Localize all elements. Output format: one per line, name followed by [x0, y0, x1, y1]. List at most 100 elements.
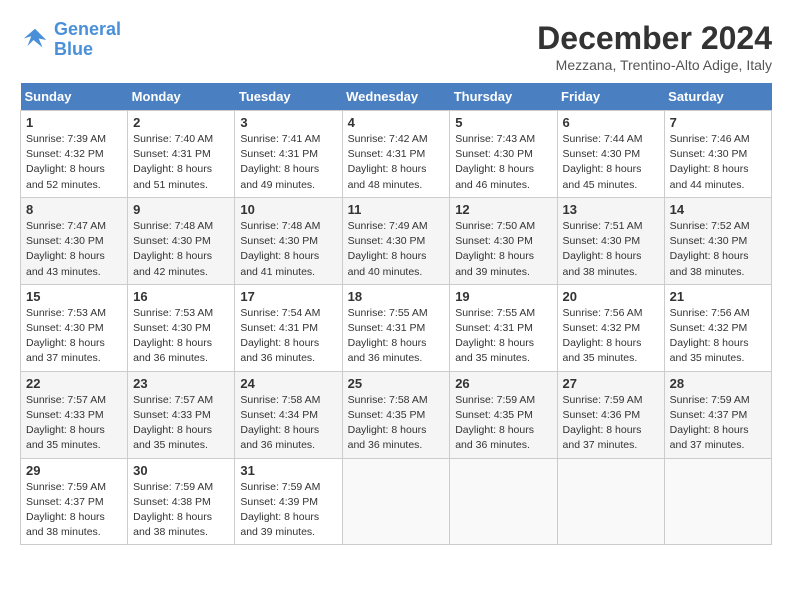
day-number: 22 [26, 376, 122, 391]
calendar-day-cell: 29 Sunrise: 7:59 AM Sunset: 4:37 PM Dayl… [21, 458, 128, 545]
day-info: Sunrise: 7:42 AM Sunset: 4:31 PM Dayligh… [348, 132, 445, 193]
calendar-day-cell: 22 Sunrise: 7:57 AM Sunset: 4:33 PM Dayl… [21, 371, 128, 458]
day-info: Sunrise: 7:56 AM Sunset: 4:32 PM Dayligh… [563, 306, 659, 367]
calendar-day-cell: 5 Sunrise: 7:43 AM Sunset: 4:30 PM Dayli… [450, 111, 557, 198]
calendar-week-row: 29 Sunrise: 7:59 AM Sunset: 4:37 PM Dayl… [21, 458, 772, 545]
calendar-day-cell: 4 Sunrise: 7:42 AM Sunset: 4:31 PM Dayli… [342, 111, 450, 198]
day-number: 28 [670, 376, 766, 391]
day-of-week-header: Friday [557, 83, 664, 111]
day-number: 25 [348, 376, 445, 391]
calendar-day-cell: 26 Sunrise: 7:59 AM Sunset: 4:35 PM Dayl… [450, 371, 557, 458]
day-info: Sunrise: 7:59 AM Sunset: 4:37 PM Dayligh… [26, 480, 122, 541]
day-number: 14 [670, 202, 766, 217]
calendar-day-cell: 11 Sunrise: 7:49 AM Sunset: 4:30 PM Dayl… [342, 197, 450, 284]
day-number: 11 [348, 202, 445, 217]
day-number: 7 [670, 115, 766, 130]
calendar-day-cell: 24 Sunrise: 7:58 AM Sunset: 4:34 PM Dayl… [235, 371, 342, 458]
day-info: Sunrise: 7:56 AM Sunset: 4:32 PM Dayligh… [670, 306, 766, 367]
day-number: 8 [26, 202, 122, 217]
day-number: 30 [133, 463, 229, 478]
day-info: Sunrise: 7:52 AM Sunset: 4:30 PM Dayligh… [670, 219, 766, 280]
title-block: December 2024 Mezzana, Trentino-Alto Adi… [537, 20, 772, 73]
day-info: Sunrise: 7:59 AM Sunset: 4:37 PM Dayligh… [670, 393, 766, 454]
day-info: Sunrise: 7:59 AM Sunset: 4:38 PM Dayligh… [133, 480, 229, 541]
calendar-day-cell: 6 Sunrise: 7:44 AM Sunset: 4:30 PM Dayli… [557, 111, 664, 198]
day-number: 5 [455, 115, 551, 130]
day-number: 12 [455, 202, 551, 217]
calendar-week-row: 22 Sunrise: 7:57 AM Sunset: 4:33 PM Dayl… [21, 371, 772, 458]
day-number: 13 [563, 202, 659, 217]
day-info: Sunrise: 7:59 AM Sunset: 4:35 PM Dayligh… [455, 393, 551, 454]
day-number: 20 [563, 289, 659, 304]
day-number: 15 [26, 289, 122, 304]
day-info: Sunrise: 7:41 AM Sunset: 4:31 PM Dayligh… [240, 132, 336, 193]
day-info: Sunrise: 7:59 AM Sunset: 4:39 PM Dayligh… [240, 480, 336, 541]
calendar-day-cell: 15 Sunrise: 7:53 AM Sunset: 4:30 PM Dayl… [21, 284, 128, 371]
day-of-week-header: Saturday [664, 83, 771, 111]
day-number: 26 [455, 376, 551, 391]
day-of-week-header: Thursday [450, 83, 557, 111]
calendar-day-cell: 19 Sunrise: 7:55 AM Sunset: 4:31 PM Dayl… [450, 284, 557, 371]
day-info: Sunrise: 7:43 AM Sunset: 4:30 PM Dayligh… [455, 132, 551, 193]
day-info: Sunrise: 7:57 AM Sunset: 4:33 PM Dayligh… [26, 393, 122, 454]
day-number: 19 [455, 289, 551, 304]
calendar-week-row: 15 Sunrise: 7:53 AM Sunset: 4:30 PM Dayl… [21, 284, 772, 371]
calendar-day-cell: 2 Sunrise: 7:40 AM Sunset: 4:31 PM Dayli… [128, 111, 235, 198]
calendar-week-row: 1 Sunrise: 7:39 AM Sunset: 4:32 PM Dayli… [21, 111, 772, 198]
day-info: Sunrise: 7:49 AM Sunset: 4:30 PM Dayligh… [348, 219, 445, 280]
day-number: 4 [348, 115, 445, 130]
day-info: Sunrise: 7:48 AM Sunset: 4:30 PM Dayligh… [240, 219, 336, 280]
page-header: General Blue December 2024 Mezzana, Tren… [20, 20, 772, 73]
day-info: Sunrise: 7:51 AM Sunset: 4:30 PM Dayligh… [563, 219, 659, 280]
day-info: Sunrise: 7:53 AM Sunset: 4:30 PM Dayligh… [133, 306, 229, 367]
day-number: 1 [26, 115, 122, 130]
calendar-day-cell: 1 Sunrise: 7:39 AM Sunset: 4:32 PM Dayli… [21, 111, 128, 198]
day-number: 16 [133, 289, 229, 304]
calendar-day-cell [342, 458, 450, 545]
calendar-table: SundayMondayTuesdayWednesdayThursdayFrid… [20, 83, 772, 545]
day-info: Sunrise: 7:39 AM Sunset: 4:32 PM Dayligh… [26, 132, 122, 193]
calendar-day-cell: 18 Sunrise: 7:55 AM Sunset: 4:31 PM Dayl… [342, 284, 450, 371]
day-info: Sunrise: 7:40 AM Sunset: 4:31 PM Dayligh… [133, 132, 229, 193]
day-of-week-header: Sunday [21, 83, 128, 111]
location: Mezzana, Trentino-Alto Adige, Italy [537, 57, 772, 73]
calendar-day-cell [450, 458, 557, 545]
calendar-day-cell: 27 Sunrise: 7:59 AM Sunset: 4:36 PM Dayl… [557, 371, 664, 458]
day-info: Sunrise: 7:50 AM Sunset: 4:30 PM Dayligh… [455, 219, 551, 280]
calendar-day-cell: 3 Sunrise: 7:41 AM Sunset: 4:31 PM Dayli… [235, 111, 342, 198]
calendar-day-cell: 12 Sunrise: 7:50 AM Sunset: 4:30 PM Dayl… [450, 197, 557, 284]
day-info: Sunrise: 7:55 AM Sunset: 4:31 PM Dayligh… [348, 306, 445, 367]
day-number: 10 [240, 202, 336, 217]
calendar-day-cell: 30 Sunrise: 7:59 AM Sunset: 4:38 PM Dayl… [128, 458, 235, 545]
day-info: Sunrise: 7:44 AM Sunset: 4:30 PM Dayligh… [563, 132, 659, 193]
calendar-day-cell: 9 Sunrise: 7:48 AM Sunset: 4:30 PM Dayli… [128, 197, 235, 284]
calendar-day-cell: 13 Sunrise: 7:51 AM Sunset: 4:30 PM Dayl… [557, 197, 664, 284]
day-info: Sunrise: 7:54 AM Sunset: 4:31 PM Dayligh… [240, 306, 336, 367]
calendar-day-cell: 17 Sunrise: 7:54 AM Sunset: 4:31 PM Dayl… [235, 284, 342, 371]
day-info: Sunrise: 7:46 AM Sunset: 4:30 PM Dayligh… [670, 132, 766, 193]
day-number: 2 [133, 115, 229, 130]
calendar-day-cell: 20 Sunrise: 7:56 AM Sunset: 4:32 PM Dayl… [557, 284, 664, 371]
day-number: 17 [240, 289, 336, 304]
calendar-day-cell: 25 Sunrise: 7:58 AM Sunset: 4:35 PM Dayl… [342, 371, 450, 458]
calendar-day-cell [664, 458, 771, 545]
calendar-day-cell: 21 Sunrise: 7:56 AM Sunset: 4:32 PM Dayl… [664, 284, 771, 371]
day-number: 29 [26, 463, 122, 478]
day-info: Sunrise: 7:58 AM Sunset: 4:35 PM Dayligh… [348, 393, 445, 454]
logo-icon [20, 25, 50, 55]
day-info: Sunrise: 7:53 AM Sunset: 4:30 PM Dayligh… [26, 306, 122, 367]
month-title: December 2024 [537, 20, 772, 57]
day-info: Sunrise: 7:47 AM Sunset: 4:30 PM Dayligh… [26, 219, 122, 280]
day-number: 3 [240, 115, 336, 130]
day-number: 23 [133, 376, 229, 391]
day-info: Sunrise: 7:55 AM Sunset: 4:31 PM Dayligh… [455, 306, 551, 367]
calendar-week-row: 8 Sunrise: 7:47 AM Sunset: 4:30 PM Dayli… [21, 197, 772, 284]
day-of-week-header: Wednesday [342, 83, 450, 111]
calendar-day-cell: 14 Sunrise: 7:52 AM Sunset: 4:30 PM Dayl… [664, 197, 771, 284]
day-info: Sunrise: 7:59 AM Sunset: 4:36 PM Dayligh… [563, 393, 659, 454]
calendar-day-cell: 8 Sunrise: 7:47 AM Sunset: 4:30 PM Dayli… [21, 197, 128, 284]
day-number: 9 [133, 202, 229, 217]
day-of-week-header: Tuesday [235, 83, 342, 111]
day-number: 27 [563, 376, 659, 391]
calendar-day-cell: 16 Sunrise: 7:53 AM Sunset: 4:30 PM Dayl… [128, 284, 235, 371]
